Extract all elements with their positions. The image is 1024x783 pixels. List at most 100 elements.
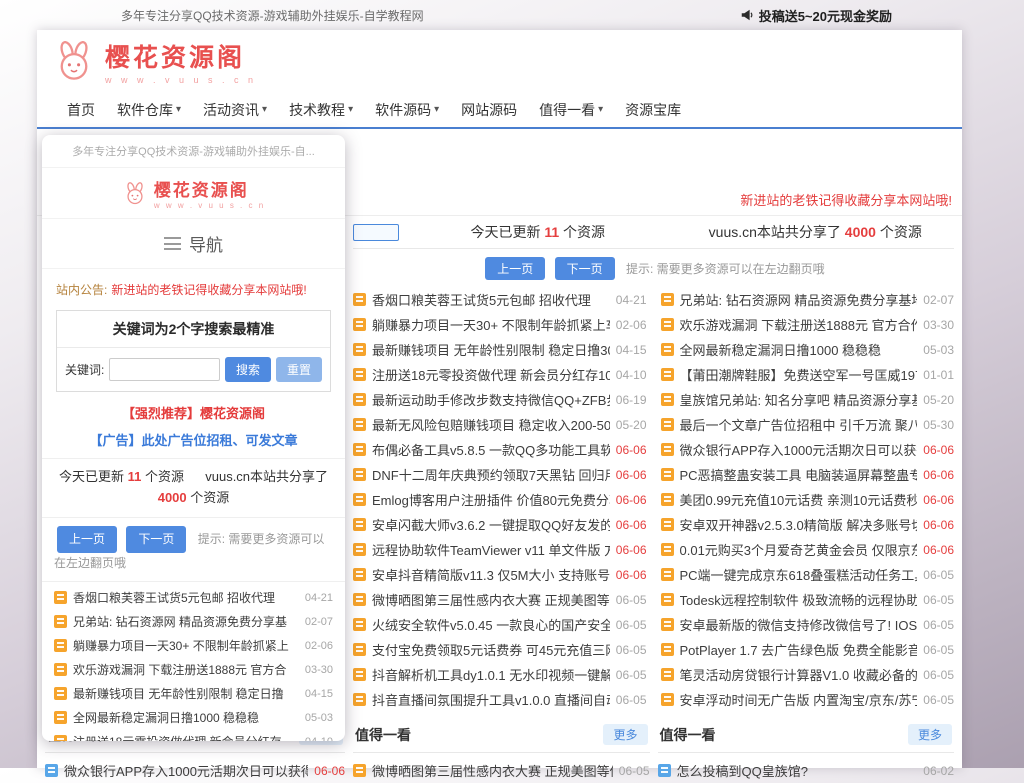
resource-list-item[interactable]: 【莆田潮牌鞋服】免费送空军一号匡威1970s 01-01 [661, 362, 955, 387]
nav-item[interactable]: 软件源码 ▾ [375, 100, 439, 120]
resource-list-item[interactable]: 0.01元购买3个月爱奇艺黄金会员 仅限京东白条 06-06 [661, 537, 955, 562]
resource-list-item[interactable]: PC恶搞整蛊安装工具 电脑装逼屏幕整蛊专家 效 06-06 [661, 462, 955, 487]
brand-name: 樱花资源阁 [154, 176, 265, 201]
doc-icon [353, 393, 366, 406]
next-page-button[interactable]: 下一页 [555, 257, 615, 280]
resource-title: 香烟口粮芙蓉王试货5元包邮 招收代理 [73, 589, 299, 606]
resource-list-item[interactable]: 美团0.99元充值10元话费 亲测10元话费秒到 06-06 [661, 487, 955, 512]
worth-title: 值得一看 [355, 725, 411, 745]
resource-list-item[interactable]: 最新赚钱项目 无年龄性别限制 稳定日撸300+ 04-15 [353, 337, 647, 362]
resource-list-item[interactable]: 抖音直播间氛围提升工具v1.0.0 直播间自动发 06-05 [353, 687, 647, 712]
resource-date: 06-06 [616, 468, 647, 482]
resource-list-item[interactable]: 布偶必备工具v5.8.5 一款QQ多功能工具软件 06-06 [353, 437, 647, 462]
site-logo[interactable]: 樱花资源阁 w w w . v u u s . c n [51, 38, 257, 85]
resource-date: 06-05 [923, 693, 954, 707]
resource-list-item[interactable]: 支付宝免费领取5元话费券 可45元充值三网50 06-05 [353, 637, 647, 662]
worth-list-item[interactable]: 怎么投稿到QQ皇族馆? 06-02 [658, 758, 955, 783]
resource-list-item[interactable]: 注册送18元零投资做代理 新会员分红存1000 04-10 [353, 362, 647, 387]
more-button[interactable]: 更多 [603, 724, 647, 745]
resource-list-item[interactable]: 最后一个文章广告位招租中 引千万流 聚八方 05-30 [661, 412, 955, 437]
nav-item[interactable]: 活动资讯 ▾ [203, 100, 267, 120]
resource-list-item[interactable]: 欢乐游戏漏洞 下载注册送1888元 官方合 03-30 [54, 658, 333, 682]
partial-tab-fragment[interactable] [353, 224, 399, 241]
resource-list-item[interactable]: Todesk远程控制软件 极致流畅的远程协助工具 06-05 [661, 587, 955, 612]
resource-list-item[interactable]: DNF十二周年庆典预约领取7天黑钻 回归用户 06-06 [353, 462, 647, 487]
floating-sidebar-panel: 多年专注分享QQ技术资源-游戏辅助外挂娱乐-自... 樱花资源阁 w w w .… [42, 135, 345, 741]
panel-logo[interactable]: 樱花资源阁 w w w . v u u s . c n [42, 168, 345, 219]
resource-list-item[interactable]: 最新运动助手修改步数支持微信QQ+ZFB步 06-19 [353, 387, 647, 412]
resource-date: 02-07 [923, 293, 954, 307]
resource-list-item[interactable]: 躺赚暴力项目一天30+ 不限制年龄抓紧上 02-06 [54, 634, 333, 658]
doc-icon [353, 568, 366, 581]
reset-button[interactable]: 重置 [276, 357, 322, 382]
resource-list-item[interactable]: 香烟口粮芙蓉王试货5元包邮 招收代理 04-21 [353, 287, 647, 312]
doc-icon [54, 687, 67, 700]
nav-item[interactable]: 值得一看 ▾ [539, 100, 603, 120]
worth-column-middle: 值得一看 更多 微博晒图第三届性感内衣大赛 正规美图等你欣赏 06-05 [353, 716, 650, 783]
resource-list-item[interactable]: 全网最新稳定漏洞日撸1000 稳稳稳 05-03 [54, 706, 333, 730]
resource-list-item[interactable]: 皇族馆兄弟站: 知名分享吧 精品资源分享基地 05-20 [661, 387, 955, 412]
nav-item-label: 首页 [67, 100, 95, 120]
panel-nav-toggle[interactable]: 导航 [42, 219, 345, 269]
resource-title: PotPlayer 1.7 去广告绿色版 免费全能影音播 [680, 640, 918, 659]
worth-list-item[interactable]: 微众银行APP存入1000元活期次日可以获得无门 06-06 [45, 758, 345, 783]
resource-date: 06-05 [923, 593, 954, 607]
doc-icon [54, 591, 67, 604]
resource-list-item[interactable]: 欢乐游戏漏洞 下载注册送1888元 官方合作 03-30 [661, 312, 955, 337]
resource-date: 06-05 [616, 618, 647, 632]
resource-list-item[interactable]: 安卓双开神器v2.5.3.0精简版 解决多账号切换 06-06 [661, 512, 955, 537]
resource-list-item[interactable]: 微众银行APP存入1000元活期次日可以获得无 06-06 [661, 437, 955, 462]
search-button[interactable]: 搜索 [225, 357, 271, 382]
keyword-label: 关键词: [65, 361, 104, 378]
total-prefix: vuus.cn本站共分享了 [709, 224, 841, 240]
doc-icon [661, 418, 674, 431]
nav-item[interactable]: 软件仓库 ▾ [117, 100, 181, 120]
resource-list-item[interactable]: 最新赚钱项目 无年龄性别限制 稳定日撸 04-15 [54, 682, 333, 706]
keyword-input[interactable] [109, 358, 220, 381]
resource-list-item[interactable]: 笔灵活动房贷银行计算器V1.0 收藏必备的一款软 06-05 [661, 662, 955, 687]
doc-icon [353, 468, 366, 481]
nav-item-label: 软件仓库 [117, 100, 173, 120]
resource-list-item[interactable]: 最新无风险包赔赚钱项目 稳定收入200-500元 05-20 [353, 412, 647, 437]
resource-list-item[interactable]: 安卓浮动时间无广告版 内置淘宝/京东/苏宁/拼 06-05 [661, 687, 955, 712]
more-button[interactable]: 更多 [908, 724, 952, 745]
resource-list-item[interactable]: 兄弟站: 钻石资源网 精品资源免费分享基地 02-07 [661, 287, 955, 312]
panel-announce-text: 新进站的老铁记得收藏分享本网站哦! [111, 281, 306, 298]
resource-list-item[interactable]: PotPlayer 1.7 去广告绿色版 免费全能影音播 06-05 [661, 637, 955, 662]
today-count: 11 [128, 469, 142, 484]
doc-icon [353, 618, 366, 631]
worth-list-item[interactable]: 微博晒图第三届性感内衣大赛 正规美图等你欣赏 06-05 [353, 758, 650, 783]
resource-list-item[interactable]: 兄弟站: 钻石资源网 精品资源免费分享基 02-07 [54, 610, 333, 634]
submit-reward-notice[interactable]: 投稿送5~20元现金奖励 [740, 6, 892, 25]
total-resource-list: 兄弟站: 钻石资源网 精品资源免费分享基地 02-07 欢乐游戏漏洞 下载注册送… [661, 287, 955, 712]
resource-list-item[interactable]: PC端一键完成京东618叠蛋糕活动任务工具 06-05 [661, 562, 955, 587]
resource-list-item[interactable]: 抖音解析机工具dy1.0.1 无水印视频一键解析软件 06-05 [353, 662, 647, 687]
next-page-button[interactable]: 下一页 [126, 526, 186, 554]
resource-title: 火绒安全软件v5.0.45 一款良心的国产安全软件 [372, 615, 610, 634]
nav-item[interactable]: 技术教程 ▾ [289, 100, 353, 120]
resource-title: 安卓闪截大师v3.6.2 一键提取QQ好友发的闪照 [372, 515, 610, 534]
resource-list-item[interactable]: 安卓抖音精简版v11.3 仅5M大小 支持账号登录 06-06 [353, 562, 647, 587]
resource-list-item[interactable]: 安卓最新版的微信支持修改微信号了! IOS版 06-05 [661, 612, 955, 637]
resource-list-item[interactable]: 躺赚暴力项目一天30+ 不限制年龄抓紧上车 02-06 [353, 312, 647, 337]
resource-list-item[interactable]: 全网最新稳定漏洞日撸1000 稳稳稳 05-03 [661, 337, 955, 362]
promo-recommend[interactable]: 【强烈推荐】樱花资源阁 [42, 403, 345, 422]
prev-page-button[interactable]: 上一页 [57, 526, 117, 554]
doc-icon [661, 693, 674, 706]
resource-list-item[interactable]: 注册送18元零投资做代理 新会员分红存 04-10 [54, 730, 333, 741]
resource-list-item[interactable]: 安卓闪截大师v3.6.2 一键提取QQ好友发的闪照 06-06 [353, 512, 647, 537]
resource-list-item[interactable]: 火绒安全软件v5.0.45 一款良心的国产安全软件 06-05 [353, 612, 647, 637]
resource-list-item[interactable]: Emlog博客用户注册插件 价值80元免费分享 06-06 [353, 487, 647, 512]
resource-list-item[interactable]: 微博晒图第三届性感内衣大赛 正规美图等你欣赏 06-05 [353, 587, 647, 612]
doc-icon [661, 493, 674, 506]
resource-list-item[interactable]: 香烟口粮芙蓉王试货5元包邮 招收代理 04-21 [54, 586, 333, 610]
nav-item[interactable]: 首页 ▾ [67, 100, 95, 120]
promo-ad[interactable]: 【广告】此处广告位招租、可发文章 [42, 430, 345, 449]
doc-icon [54, 735, 67, 741]
resource-date: 06-06 [616, 493, 647, 507]
prev-page-button[interactable]: 上一页 [485, 257, 545, 280]
nav-item[interactable]: 网站源码 ▾ [461, 100, 517, 120]
resource-list-item[interactable]: 远程协助软件TeamViewer v11 单文件版 方便 06-06 [353, 537, 647, 562]
nav-item[interactable]: 资源宝库 ▾ [625, 100, 681, 120]
resource-title: 0.01元购买3个月爱奇艺黄金会员 仅限京东白条 [680, 540, 918, 559]
